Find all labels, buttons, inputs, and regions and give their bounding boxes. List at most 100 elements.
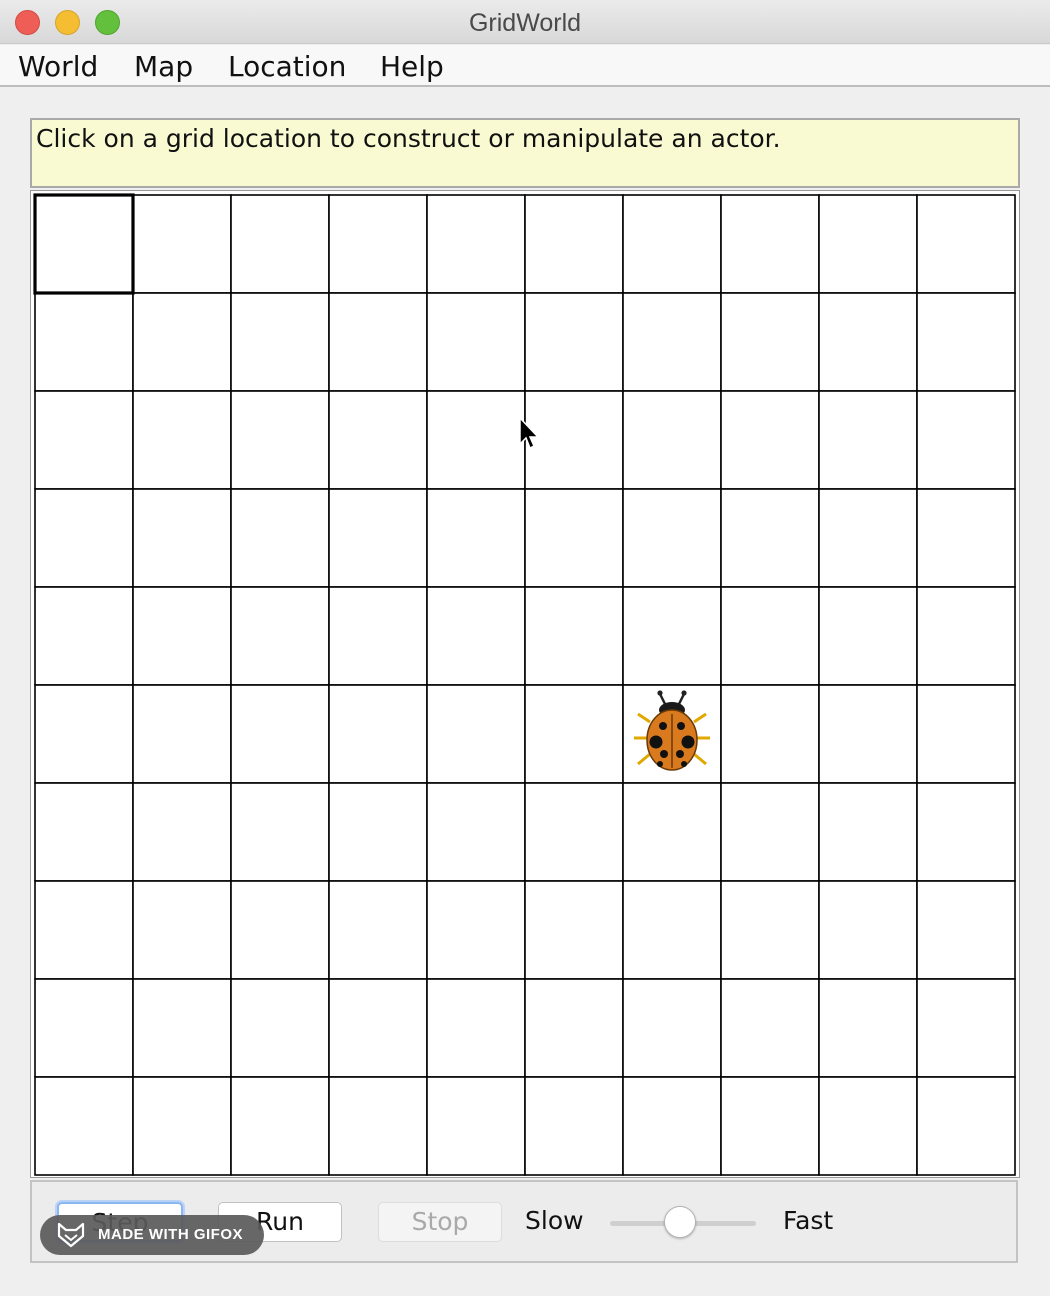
grid-cell[interactable] [328,782,428,882]
grid-cell[interactable] [230,390,330,490]
grid-cell[interactable] [328,390,428,490]
grid-cell[interactable] [524,978,624,1078]
grid-cell[interactable] [524,488,624,588]
grid-cell[interactable] [818,1076,918,1176]
grid-cell[interactable] [916,978,1016,1078]
grid-cell[interactable] [328,1076,428,1176]
grid-cell[interactable] [230,978,330,1078]
grid-cell[interactable] [34,1076,134,1176]
grid-cell[interactable] [230,586,330,686]
grid-cell[interactable] [132,1076,232,1176]
grid-cell[interactable] [34,488,134,588]
grid-cell[interactable] [622,880,722,980]
menu-help[interactable]: Help [380,50,444,83]
grid-cell[interactable] [720,1076,820,1176]
grid-cell[interactable] [426,782,526,882]
grid-cell[interactable] [132,194,232,294]
grid-cell[interactable] [34,292,134,392]
grid-cell[interactable] [426,880,526,980]
grid-cell[interactable] [622,292,722,392]
grid-cell[interactable] [132,978,232,1078]
grid-cell[interactable] [230,488,330,588]
grid-cell[interactable] [426,390,526,490]
grid-cell[interactable] [818,586,918,686]
grid-cell[interactable] [34,978,134,1078]
grid-cell[interactable] [230,1076,330,1176]
grid-cell[interactable] [132,292,232,392]
grid-cell[interactable] [720,292,820,392]
grid-cell[interactable] [720,684,820,784]
grid-cell[interactable] [720,194,820,294]
grid-cell[interactable] [34,194,134,294]
grid-cell[interactable] [622,978,722,1078]
grid-cell[interactable] [34,390,134,490]
grid-cell[interactable] [720,880,820,980]
grid-cell[interactable] [622,586,722,686]
grid-cell[interactable] [524,194,624,294]
grid-cell[interactable] [818,488,918,588]
grid-cell[interactable] [524,880,624,980]
grid-cell[interactable] [916,684,1016,784]
grid-cell[interactable] [720,488,820,588]
grid-cell[interactable] [524,684,624,784]
grid-cell[interactable] [916,1076,1016,1176]
menu-location[interactable]: Location [228,50,346,83]
grid-cell[interactable] [818,292,918,392]
grid-cell[interactable] [916,488,1016,588]
grid-cell[interactable] [818,194,918,294]
grid-cell[interactable] [818,684,918,784]
grid-cell[interactable] [524,782,624,882]
grid-cell[interactable] [34,782,134,882]
grid-cell[interactable] [426,194,526,294]
stop-button[interactable]: Stop [378,1202,502,1242]
grid-cell[interactable] [132,488,232,588]
grid-cell[interactable] [916,194,1016,294]
grid-panel[interactable] [30,190,1020,1178]
grid-cell[interactable] [720,978,820,1078]
grid-cell[interactable] [328,978,428,1078]
grid-cell[interactable] [426,292,526,392]
grid-cell[interactable] [622,488,722,588]
grid-cell[interactable] [916,586,1016,686]
grid-cell[interactable] [622,1076,722,1176]
grid-cell[interactable] [328,488,428,588]
grid-cell[interactable] [916,782,1016,882]
grid-canvas[interactable] [31,191,1021,1179]
grid-cell[interactable] [818,390,918,490]
grid-cell[interactable] [818,782,918,882]
menu-map[interactable]: Map [134,50,193,83]
grid-cell[interactable] [328,684,428,784]
grid-cell[interactable] [132,782,232,882]
grid-cell[interactable] [818,978,918,1078]
grid-cell[interactable] [524,586,624,686]
grid-cell[interactable] [524,1076,624,1176]
grid-cell[interactable] [230,684,330,784]
grid-cell[interactable] [720,782,820,882]
grid-cell[interactable] [132,684,232,784]
grid-cell[interactable] [622,390,722,490]
grid-cell[interactable] [230,782,330,882]
grid-cell[interactable] [818,880,918,980]
grid-cell[interactable] [328,880,428,980]
grid-cell[interactable] [916,292,1016,392]
grid-cell[interactable] [34,586,134,686]
grid-cell[interactable] [426,488,526,588]
grid-cell[interactable] [426,586,526,686]
grid-cell[interactable] [34,880,134,980]
grid-cell[interactable] [916,880,1016,980]
grid-cell[interactable] [132,880,232,980]
grid-cell[interactable] [328,586,428,686]
grid-cell[interactable] [426,1076,526,1176]
grid-cell[interactable] [622,194,722,294]
grid-cell[interactable] [328,194,428,294]
grid-cell[interactable] [230,194,330,294]
grid-cell[interactable] [132,390,232,490]
grid-cell[interactable] [132,586,232,686]
grid-cell[interactable] [622,782,722,882]
speed-slider-thumb[interactable] [664,1206,697,1238]
grid-cell[interactable] [230,292,330,392]
grid-cell[interactable] [720,390,820,490]
grid-cell[interactable] [34,684,134,784]
grid-cell[interactable] [426,684,526,784]
grid-cell[interactable] [328,292,428,392]
